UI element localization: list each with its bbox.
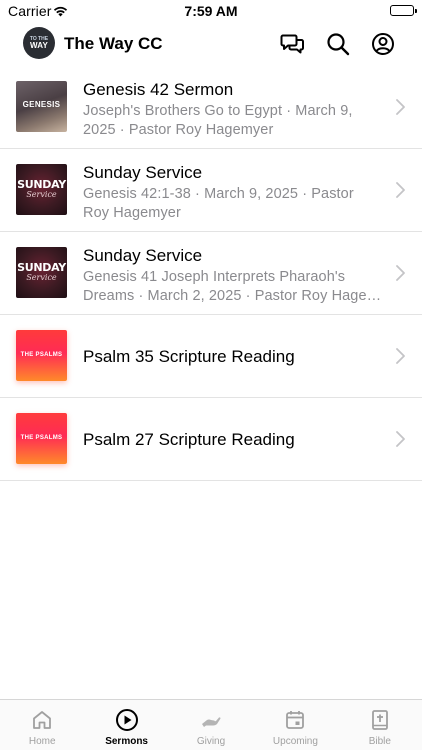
logo-text-bottom: WAY <box>29 41 49 50</box>
sermon-list-item[interactable]: SUNDAY Service Sunday Service Genesis 42… <box>0 149 422 232</box>
sermon-list-item[interactable]: SUNDAY Service Sunday Service Genesis 41… <box>0 232 422 315</box>
tab-label: Sermons <box>105 736 148 747</box>
play-circle-icon <box>115 708 139 732</box>
giving-hand-icon <box>199 708 223 732</box>
chevron-right-icon <box>396 348 405 364</box>
tab-label: Giving <box>196 736 226 747</box>
profile-icon[interactable] <box>370 31 396 57</box>
status-time: 7:59 AM <box>184 3 238 19</box>
sermon-thumbnail: SUNDAY Service <box>16 247 67 298</box>
sermon-title: Sunday Service <box>83 246 203 265</box>
church-logo[interactable]: TO THE WAY <box>23 27 55 59</box>
sermon-title: Psalm 27 Scripture Reading <box>83 430 295 449</box>
tab-home[interactable]: Home <box>0 700 84 750</box>
tab-label: Upcoming <box>272 736 318 747</box>
thumbnail-script-text: Service <box>26 273 57 282</box>
tab-bar: Home Sermons Giving Upcoming Bible <box>0 699 422 750</box>
sermon-subtitle: Genesis 42:1-38 · March 9, 2025 · Pastor… <box>83 186 354 221</box>
thumbnail-text: GENESIS <box>22 100 61 109</box>
tab-giving[interactable]: Giving <box>169 700 253 750</box>
calendar-icon <box>283 708 307 732</box>
app-title: The Way CC <box>64 34 163 53</box>
thumbnail-text: THE PSALMS <box>20 435 63 441</box>
chevron-right-icon <box>396 431 405 447</box>
bible-icon <box>368 708 392 732</box>
tab-label: Home <box>28 736 56 747</box>
sermon-thumbnail: THE PSALMS <box>16 413 67 464</box>
sermon-subtitle: Genesis 41 Joseph Interprets Pharaoh's D… <box>83 269 382 304</box>
tab-sermons[interactable]: Sermons <box>84 700 168 750</box>
chevron-right-icon <box>396 99 405 115</box>
sermon-title: Genesis 42 Sermon <box>83 80 234 99</box>
sermon-list-item[interactable]: THE PSALMS Psalm 35 Scripture Reading <box>0 315 422 398</box>
thumbnail-script-text: Service <box>26 190 57 199</box>
status-bar: Carrier 7:59 AM <box>0 0 422 22</box>
sermon-thumbnail: SUNDAY Service <box>16 164 67 215</box>
thumbnail-text: THE PSALMS <box>20 352 63 358</box>
sermon-list-item[interactable]: THE PSALMS Psalm 27 Scripture Reading <box>0 398 422 481</box>
sermon-thumbnail: GENESIS <box>16 81 67 132</box>
chat-icon[interactable] <box>280 31 306 57</box>
chevron-right-icon <box>396 265 405 281</box>
home-icon <box>30 708 54 732</box>
tab-label: Bible <box>368 736 391 747</box>
sermon-list-item[interactable]: GENESIS Genesis 42 Sermon Joseph's Broth… <box>0 66 422 149</box>
sermon-list: GENESIS Genesis 42 Sermon Joseph's Broth… <box>0 66 422 481</box>
search-icon[interactable] <box>325 31 351 57</box>
battery-icon <box>390 5 417 16</box>
tab-bible[interactable]: Bible <box>338 700 422 750</box>
sermon-thumbnail: THE PSALMS <box>16 330 67 381</box>
sermon-subtitle: Joseph's Brothers Go to Egypt · March 9,… <box>83 103 353 138</box>
sermon-title: Psalm 35 Scripture Reading <box>83 347 295 366</box>
chevron-right-icon <box>396 182 405 198</box>
tab-upcoming[interactable]: Upcoming <box>253 700 337 750</box>
sermon-title: Sunday Service <box>83 163 203 182</box>
app-header: TO THE WAY The Way CC <box>0 22 422 66</box>
